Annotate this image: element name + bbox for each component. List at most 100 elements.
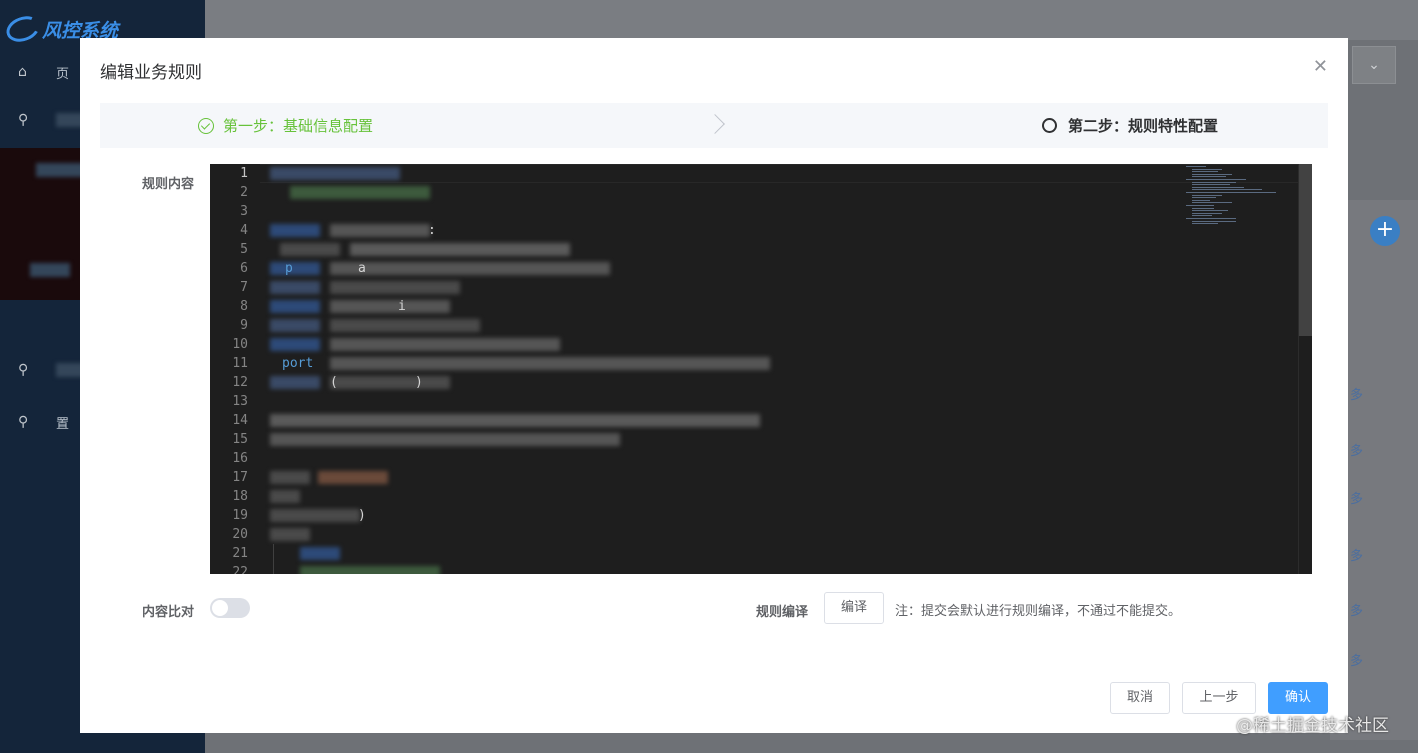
editor-minimap[interactable]: [1184, 164, 1284, 228]
search-icon: ⚲: [18, 112, 29, 128]
line-number: 17: [232, 470, 248, 485]
code-fragment: i: [398, 299, 406, 314]
sidebar-item-label: 置: [56, 416, 70, 432]
search-icon: ⚲: [18, 362, 29, 378]
line-number: 7: [240, 280, 248, 295]
dialog-title: 编辑业务规则: [100, 63, 202, 83]
obscured-code: [330, 262, 610, 275]
line-number: 22: [232, 565, 248, 574]
content-compare-label: 内容比对: [142, 605, 195, 620]
row-link[interactable]: 多: [1350, 384, 1363, 403]
step-label: 第一步：基础信息配置: [223, 117, 374, 135]
minimap-line: [1192, 212, 1222, 214]
code-fragment: ): [415, 375, 423, 390]
step-label: 第二步：规则特性配置: [1068, 117, 1219, 135]
obscured-code: [330, 357, 770, 370]
minimap-line: [1192, 202, 1232, 204]
minimap-line: [1192, 176, 1226, 178]
line-number: 2: [240, 185, 248, 200]
line-number: 18: [232, 489, 248, 504]
code-fragment: :: [428, 223, 436, 238]
top-header: [205, 0, 1418, 40]
minimap-line: [1186, 179, 1246, 180]
line-number: 3: [240, 204, 248, 219]
obscured-code: [270, 338, 320, 351]
minimap-line: [1192, 171, 1218, 173]
current-line-highlight: [260, 164, 1300, 183]
row-link[interactable]: 多: [1350, 440, 1363, 459]
line-number: 16: [232, 451, 248, 466]
line-number: 11: [232, 356, 248, 371]
code-fragment: (: [330, 375, 338, 390]
obscured-code: [270, 300, 320, 313]
minimap-line: [1192, 186, 1244, 188]
obscured-code: [270, 509, 360, 522]
obscured-code: [330, 319, 480, 332]
prev-step-button[interactable]: 上一步: [1182, 682, 1256, 714]
obscured-code: [350, 243, 570, 256]
rule-content-label: 规则内容: [142, 177, 195, 192]
compile-note: 注：提交会默认进行规则编译，不通过不能提交。: [895, 604, 1182, 619]
obscured-code: [270, 376, 320, 389]
obscured-code: [270, 414, 760, 427]
line-number-gutter: 1 2 3 4 5 6 7 8 9 10 11 12 13 14 15 16 17 18 19 20 21 22: [210, 164, 260, 574]
step-basic-info: 第一步：基础信息配置: [198, 103, 373, 148]
obscured-code: [270, 167, 400, 180]
minimap-line: [1186, 218, 1236, 219]
line-number: 4: [240, 223, 248, 238]
home-icon: ⌂: [18, 64, 27, 80]
obscured-code: [318, 471, 388, 484]
obscured-code: [270, 528, 310, 541]
edit-rule-dialog: 编辑业务规则 ✕ 第一步：基础信息配置 第二步：规则特性配置 规则内容 1234…: [80, 38, 1348, 733]
line-number: 1: [240, 166, 248, 181]
row-link[interactable]: 多: [1350, 488, 1363, 507]
line-number: 19: [232, 508, 248, 523]
code-editor[interactable]: 1 2 3 4 5 6 7 8 9 10 11 12 13 14 15 16 17 18 19 20 21 22 :pai…: [210, 164, 1312, 574]
line-number: 6: [240, 261, 248, 276]
minimap-line: [1186, 192, 1276, 193]
line-number: 8: [240, 299, 248, 314]
obscured-code: [270, 490, 300, 503]
add-button[interactable]: +: [1370, 216, 1400, 246]
obscured-code: [280, 243, 340, 256]
obscured-code: [330, 224, 430, 237]
search-icon: ⚲: [18, 414, 29, 430]
line-number: 5: [240, 242, 248, 257]
editor-scrollbar[interactable]: [1298, 164, 1312, 574]
steps-bar: 第一步：基础信息配置 第二步：规则特性配置: [100, 103, 1328, 148]
line-number: 21: [232, 546, 248, 561]
scrollbar-thumb[interactable]: [1299, 164, 1312, 336]
cancel-button[interactable]: 取消: [1110, 682, 1170, 714]
minimap-line: [1192, 207, 1214, 209]
obscured-code: [330, 281, 460, 294]
line-number: 12: [232, 375, 248, 390]
minimap-line: [1192, 210, 1228, 212]
minimap-line: [1192, 197, 1216, 199]
minimap-line: [1192, 194, 1222, 196]
obscured-code: [270, 433, 620, 446]
minimap-line: [1186, 166, 1206, 167]
row-link[interactable]: 多: [1350, 545, 1363, 564]
minimap-line: [1192, 220, 1236, 222]
obscured-code: [330, 300, 450, 313]
minimap-line: [1192, 173, 1232, 175]
code-fragment: a: [358, 261, 366, 276]
row-link[interactable]: 多: [1350, 600, 1363, 619]
watermark: @稀土掘金技术社区: [1236, 716, 1389, 736]
content-compare-switch[interactable]: [210, 598, 250, 618]
obscured-code: [300, 547, 340, 560]
rule-compile-label: 规则编译: [756, 605, 809, 620]
row-link[interactable]: 多: [1350, 650, 1363, 669]
minimap-line: [1192, 215, 1212, 217]
minimap-line: [1192, 189, 1262, 191]
obscured-code: [290, 186, 430, 199]
line-number: 15: [232, 432, 248, 447]
confirm-button[interactable]: 确认: [1268, 682, 1328, 714]
page-select[interactable]: ⌄: [1352, 46, 1396, 84]
compile-button[interactable]: 编译: [824, 592, 884, 624]
close-icon[interactable]: ✕: [1313, 58, 1328, 76]
line-number: 20: [232, 527, 248, 542]
obscured-code: [270, 319, 320, 332]
switch-knob: [212, 600, 228, 616]
obscured-code: [330, 376, 450, 389]
